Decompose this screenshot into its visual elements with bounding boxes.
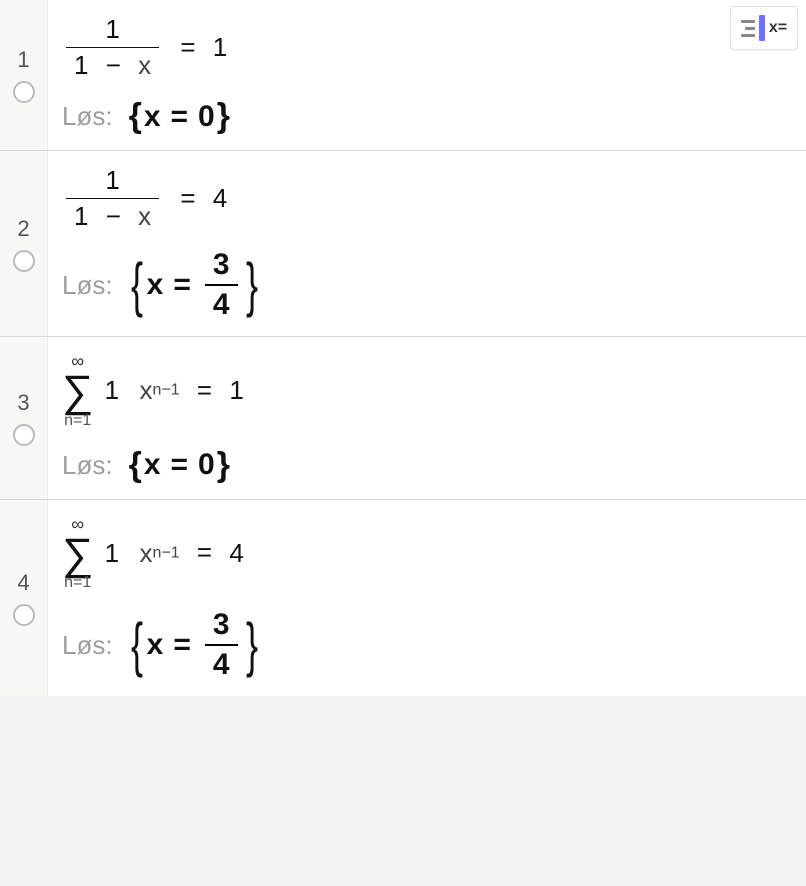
row-content[interactable]: ∞ ∑ n=1 1 xn−1 = 1 Løs: { x = 0 } <box>48 337 806 499</box>
term-coefficient: 1 <box>105 375 119 405</box>
right-brace: } <box>246 261 258 309</box>
rhs-value: 1 <box>213 32 227 62</box>
output-label: Løs: <box>62 450 113 481</box>
solve-tool-button[interactable]: x= <box>730 6 798 50</box>
cas-row[interactable]: 2 1 1 − x = 4 Løs: { x <box>0 151 806 337</box>
term-coefficient: 1 <box>105 537 119 567</box>
row-gutter: 1 <box>0 0 48 150</box>
input-expression[interactable]: ∞ ∑ n=1 1 xn−1 = 4 <box>62 514 788 593</box>
cas-view: x= 1 1 1 − x = 1 Løs: <box>0 0 806 696</box>
output-expression: Løs: { x = 3 4 } <box>62 248 788 322</box>
row-gutter: 3 <box>0 337 48 499</box>
solution-set: { x = 3 4 } <box>127 608 262 682</box>
row-marker[interactable] <box>13 604 35 626</box>
solution-set: { x = 0 } <box>127 97 232 136</box>
input-expression[interactable]: 1 1 − x = 1 <box>62 14 788 81</box>
row-number: 2 <box>17 216 29 242</box>
equals: = <box>170 32 205 62</box>
equals: = <box>187 537 222 567</box>
input-expression[interactable]: 1 1 − x = 4 <box>62 165 788 232</box>
cas-row[interactable]: 3 ∞ ∑ n=1 1 xn−1 = 1 Løs: { x <box>0 337 806 500</box>
equals: = <box>187 375 222 405</box>
row-content[interactable]: 1 1 − x = 4 Løs: { x = 3 <box>48 151 806 336</box>
toolbar-label: x= <box>769 19 787 37</box>
denominator: 1 − x <box>66 47 159 81</box>
rhs-value: 4 <box>213 183 227 213</box>
right-brace: } <box>246 621 258 669</box>
numerator: 1 <box>66 14 159 47</box>
equals: = <box>170 183 205 213</box>
output-label: Løs: <box>62 101 113 132</box>
numerator: 1 <box>66 165 159 198</box>
row-marker[interactable] <box>13 81 35 103</box>
rhs-value: 1 <box>229 375 243 405</box>
list-icon <box>741 20 755 37</box>
solution-fraction: 3 4 <box>205 248 238 322</box>
term-variable: x <box>140 375 153 405</box>
output-expression: Løs: { x = 0 } <box>62 446 788 485</box>
cursor-icon <box>759 15 765 41</box>
output-expression: Løs: { x = 0 } <box>62 97 788 136</box>
solution-set: { x = 0 } <box>127 446 232 485</box>
output-label: Løs: <box>62 630 113 661</box>
row-marker[interactable] <box>13 250 35 272</box>
row-number: 3 <box>17 390 29 416</box>
row-gutter: 4 <box>0 500 48 697</box>
cas-row[interactable]: 1 1 1 − x = 1 Løs: { x <box>0 0 806 151</box>
term-exponent: n−1 <box>153 381 180 398</box>
denominator: 1 − x <box>66 198 159 232</box>
row-number: 1 <box>17 47 29 73</box>
row-marker[interactable] <box>13 424 35 446</box>
row-content[interactable]: ∞ ∑ n=1 1 xn−1 = 4 Løs: { x = 3 4 <box>48 500 806 697</box>
solution-set: { x = 3 4 } <box>127 248 262 322</box>
fraction: 1 1 − x <box>66 165 159 232</box>
output-label: Løs: <box>62 270 113 301</box>
term-variable: x <box>140 537 153 567</box>
solution-fraction: 3 4 <box>205 608 238 682</box>
row-number: 4 <box>17 570 29 596</box>
rhs-value: 4 <box>229 537 243 567</box>
row-content[interactable]: 1 1 − x = 1 Løs: { x = 0 } <box>48 0 806 150</box>
term-exponent: n−1 <box>153 544 180 561</box>
left-brace: { <box>131 261 143 309</box>
cas-row[interactable]: 4 ∞ ∑ n=1 1 xn−1 = 4 Løs: { x <box>0 500 806 697</box>
fraction: 1 1 − x <box>66 14 159 81</box>
sum-symbol: ∞ ∑ n=1 <box>62 351 93 430</box>
input-expression[interactable]: ∞ ∑ n=1 1 xn−1 = 1 <box>62 351 788 430</box>
left-brace: { <box>131 621 143 669</box>
sum-symbol: ∞ ∑ n=1 <box>62 514 93 593</box>
output-expression: Løs: { x = 3 4 } <box>62 608 788 682</box>
row-gutter: 2 <box>0 151 48 336</box>
